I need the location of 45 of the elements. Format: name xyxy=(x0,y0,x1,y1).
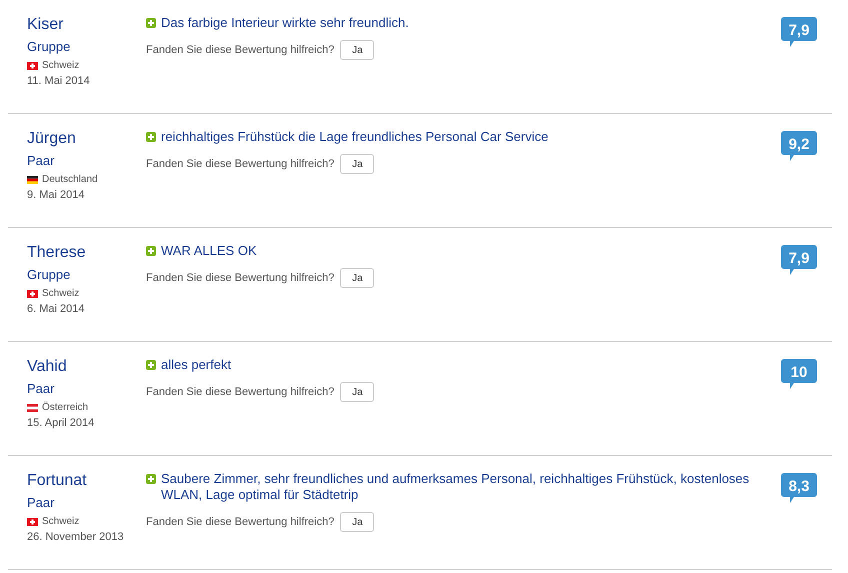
traveler-type: Paar xyxy=(27,152,54,169)
traveler-type: Gruppe xyxy=(27,266,70,283)
score-badge: 7,9 xyxy=(781,17,817,47)
country-label: Schweiz xyxy=(42,515,80,528)
country-label: Schweiz xyxy=(42,59,80,72)
plus-icon xyxy=(146,246,156,256)
review-date: 11. Mai 2014 xyxy=(27,74,90,89)
score-badge: 8,3 xyxy=(781,473,817,503)
yes-button[interactable]: Ja xyxy=(340,268,374,288)
reviewer-name: Jürgen xyxy=(27,129,76,149)
review-comment: alles perfekt xyxy=(161,357,232,373)
plus-icon xyxy=(146,132,156,142)
review-comment: reichhaltiges Frühstück die Lage freundliches Personal Car Service xyxy=(161,129,548,145)
helpful-question: Fanden Sie diese Bewertung hilfreich? xyxy=(146,514,334,530)
helpful-question: Fanden Sie diese Bewertung hilfreich? xyxy=(146,156,334,172)
reviewer-name: Fortunat xyxy=(27,471,87,491)
traveler-type: Gruppe xyxy=(27,38,70,55)
country-label: Schweiz xyxy=(42,287,80,300)
plus-icon xyxy=(146,474,156,484)
traveler-type: Paar xyxy=(27,380,54,397)
plus-icon xyxy=(146,360,156,370)
country-label: Österreich xyxy=(42,401,88,414)
reviewer-name: Therese xyxy=(27,243,86,263)
helpful-question: Fanden Sie diese Bewertung hilfreich? xyxy=(146,384,334,400)
review-date: 15. April 2014 xyxy=(27,416,94,431)
reviewer-name: Kiser xyxy=(27,15,64,35)
review-comment: Das farbige Interieur wirkte sehr freundlich. xyxy=(161,15,409,31)
traveler-type: Paar xyxy=(27,494,54,511)
yes-button[interactable]: Ja xyxy=(340,512,374,532)
review-date: 26. November 2013 xyxy=(27,530,124,545)
review-comment: Saubere Zimmer, sehr freundliches und aufmerksames Personal, reichhaltiges Frühstück, kostenloses WLAN, Lage optimal für Städtetrip xyxy=(161,471,750,503)
score-badge: 7,9 xyxy=(781,245,817,275)
review-comment: WAR ALLES OK xyxy=(161,243,257,259)
yes-button[interactable]: Ja xyxy=(340,382,374,402)
country-label: Deutschland xyxy=(42,173,98,186)
plus-icon xyxy=(146,18,156,28)
yes-button[interactable]: Ja xyxy=(340,154,374,174)
review-date: 6. Mai 2014 xyxy=(27,302,84,317)
helpful-question: Fanden Sie diese Bewertung hilfreich? xyxy=(146,42,334,58)
reviewer-name: Vahid xyxy=(27,357,67,377)
score-badge: 10 xyxy=(781,359,817,389)
helpful-question: Fanden Sie diese Bewertung hilfreich? xyxy=(146,270,334,286)
yes-button[interactable]: Ja xyxy=(340,40,374,60)
score-badge: 9,2 xyxy=(781,131,817,161)
review-date: 9. Mai 2014 xyxy=(27,188,84,203)
